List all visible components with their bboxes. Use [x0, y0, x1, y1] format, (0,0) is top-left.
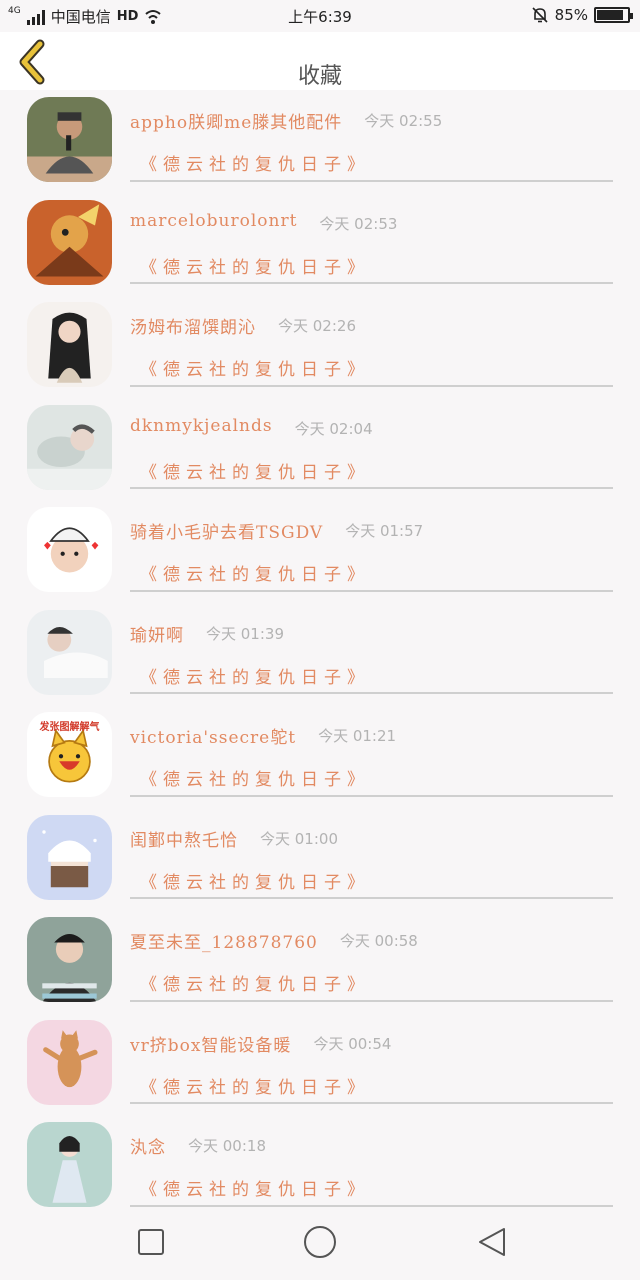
avatar[interactable] — [27, 404, 112, 490]
timestamp: 今天 02:04 — [294, 419, 373, 438]
favorite-title[interactable]: 《德云社的复仇日子》 — [140, 355, 370, 380]
list-item[interactable]: 发张图解解气 victoria'ssecre鸵t 今天 01:21 《德云社的复仇日子… — [0, 705, 640, 808]
username[interactable]: dknmykjealnds — [130, 416, 273, 436]
timestamp: 今天 02:26 — [278, 317, 356, 335]
timestamp: 今天 02:53 — [319, 214, 398, 233]
divider — [130, 794, 613, 797]
triangle-back-icon — [479, 1228, 505, 1256]
username[interactable]: victoria'ssecre鸵t — [130, 723, 296, 748]
list-item[interactable]: vr挤box智能设备暖 今天 00:54 《德云社的复仇日子》 — [0, 1013, 640, 1116]
timestamp: 今天 01:57 — [345, 522, 424, 540]
divider — [130, 999, 613, 1002]
favorite-title[interactable]: 《德云社的复仇日子》 — [140, 150, 370, 175]
avatar[interactable] — [27, 1019, 112, 1105]
favorite-title[interactable]: 《德云社的复仇日子》 — [140, 253, 370, 278]
avatar-caption: 发张图解解气 — [39, 722, 100, 733]
favorite-title[interactable]: 《德云社的复仇日子》 — [140, 765, 370, 790]
timestamp: 今天 01:21 — [318, 727, 397, 745]
divider — [130, 589, 613, 592]
avatar[interactable] — [27, 97, 112, 182]
square-icon — [138, 1229, 164, 1255]
mute-bell-icon — [532, 7, 548, 23]
username[interactable]: 汤姆布溜馔朗沁 — [130, 313, 256, 338]
list-item[interactable]: dknmykjealnds 今天 02:04 《德云社的复仇日子》 — [0, 398, 640, 501]
timestamp: 今天 01:00 — [260, 829, 338, 848]
favorite-title[interactable]: 《德云社的复仇日子》 — [140, 970, 370, 995]
avatar[interactable] — [27, 814, 112, 900]
divider — [130, 179, 613, 182]
list-item[interactable]: appho朕卿me滕其他配件 今天 02:55 《德云社的复仇日子》 — [0, 90, 640, 193]
favorite-title[interactable]: 《德云社的复仇日子》 — [140, 1175, 370, 1200]
divider — [130, 1102, 613, 1104]
list-item[interactable]: 闺鄞中熬乇恰 今天 01:00 《德云社的复仇日子》 — [0, 808, 640, 911]
avatar[interactable] — [27, 507, 112, 592]
divider — [130, 897, 613, 899]
page-title: 收藏 — [297, 64, 342, 89]
favorite-title[interactable]: 《德云社的复仇日子》 — [140, 560, 370, 585]
username[interactable]: 汍念 — [130, 1133, 166, 1158]
divider — [130, 384, 613, 387]
list-item[interactable]: 夏至未至_128878760 今天 00:58 《德云社的复仇日子》 — [0, 910, 640, 1013]
timestamp: 今天 02:55 — [364, 112, 443, 130]
divider — [130, 282, 613, 284]
favorite-title[interactable]: 《德云社的复仇日子》 — [140, 663, 370, 688]
username[interactable]: 闺鄞中熬乇恰 — [130, 826, 238, 851]
list-item[interactable]: 汍念 今天 00:18 《德云社的复仇日子》 — [0, 1115, 640, 1218]
username[interactable]: appho朕卿me滕其他配件 — [130, 108, 342, 133]
username[interactable]: 骑着小毛驴去看TSGDV — [130, 518, 323, 543]
circle-icon — [304, 1226, 336, 1258]
timestamp: 今天 00:54 — [313, 1034, 392, 1053]
username[interactable]: 夏至未至_128878760 — [130, 928, 318, 953]
favorites-list: appho朕卿me滕其他配件 今天 02:55 《德云社的复仇日子》 marcelob… — [0, 90, 640, 1218]
divider — [130, 487, 613, 489]
list-item[interactable]: 骑着小毛驴去看TSGDV 今天 01:57 《德云社的复仇日子》 — [0, 500, 640, 603]
avatar[interactable] — [27, 1122, 112, 1207]
favorite-title[interactable]: 《德云社的复仇日子》 — [140, 458, 370, 483]
status-bar: 4G 中国电信 HD 上午6:39 85% — [0, 0, 640, 32]
system-nav-bar — [0, 1210, 640, 1280]
favorite-title[interactable]: 《德云社的复仇日子》 — [140, 1073, 370, 1098]
home-button[interactable] — [302, 1224, 338, 1264]
avatar[interactable] — [27, 609, 112, 695]
username[interactable]: vr挤box智能设备暖 — [130, 1031, 291, 1056]
favorite-title[interactable]: 《德云社的复仇日子》 — [140, 868, 370, 893]
divider — [130, 692, 613, 694]
recent-apps-button[interactable] — [137, 1228, 165, 1260]
avatar[interactable] — [27, 917, 112, 1002]
username[interactable]: 瑜妍啊 — [130, 621, 184, 646]
battery-icon — [594, 7, 633, 23]
list-item[interactable]: 汤姆布溜馔朗沁 今天 02:26 《德云社的复仇日子》 — [0, 295, 640, 398]
app-header: 收藏 — [0, 32, 640, 90]
back-nav-button[interactable] — [476, 1226, 508, 1262]
timestamp: 今天 00:18 — [188, 1137, 266, 1155]
list-item[interactable]: 瑜妍啊 今天 01:39 《德云社的复仇日子》 — [0, 603, 640, 706]
avatar[interactable] — [27, 199, 112, 285]
username[interactable]: marceloburolonrt — [130, 211, 297, 231]
avatar[interactable] — [27, 302, 112, 387]
avatar[interactable]: 发张图解解气 — [27, 712, 112, 797]
timestamp: 今天 00:58 — [339, 932, 418, 950]
timestamp: 今天 01:39 — [206, 624, 284, 643]
divider — [130, 1204, 613, 1207]
battery-fill — [597, 10, 623, 20]
list-item[interactable]: marceloburolonrt 今天 02:53 《德云社的复仇日子》 — [0, 193, 640, 296]
battery-percent: 85% — [554, 6, 588, 24]
